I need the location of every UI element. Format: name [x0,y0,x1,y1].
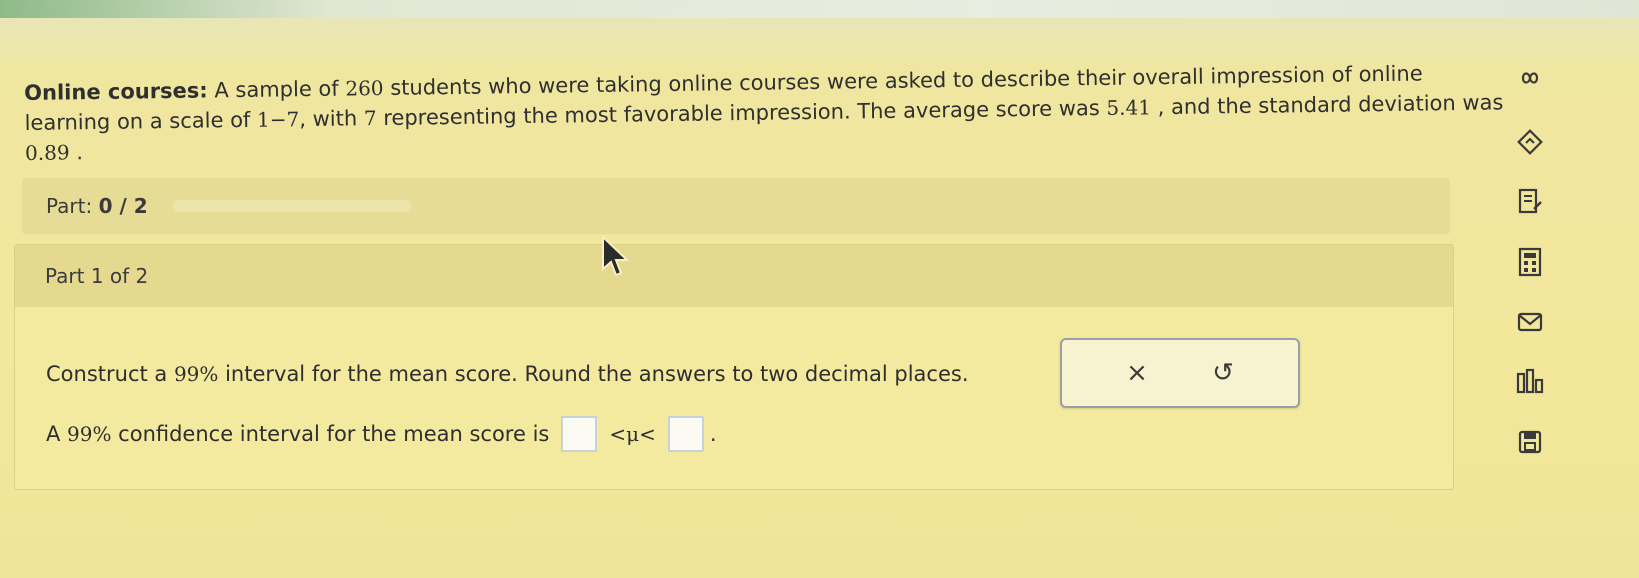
part-progress-bar: Part: 0 / 2 [22,178,1450,234]
problem-text-1: A sample of [207,76,346,103]
answer-tools-box: × ↺ [1060,338,1300,408]
part-progress-label: Part: 0 / 2 [46,194,148,218]
part-header-title: Part 1 of 2 [45,264,149,288]
problem-text-3: , with [299,106,365,132]
sd-value: 0.89 [24,140,70,165]
mail-icon[interactable] [1514,306,1546,338]
progress-track [171,200,412,212]
part-header: Part 1 of 2 [15,245,1453,307]
part-progress-count: 0 / 2 [98,194,148,218]
diamond-arrow-icon[interactable] [1514,126,1546,158]
answer-text-1: A [46,422,68,446]
infinity-icon[interactable] [1514,62,1546,94]
clear-button[interactable]: × [1117,353,1157,393]
mouse-cursor-icon [600,234,630,281]
scale-dash: − [269,107,287,132]
bar-chart-icon[interactable] [1514,366,1546,398]
scale-low: 1 [256,107,270,132]
part-label-text: Part: [46,194,93,218]
mu-inequality: <μ< [609,422,656,446]
answer-text-2: confidence interval for the mean score i… [111,422,550,446]
problem-text-4: representing the most favorable impressi… [376,95,1107,131]
save-icon[interactable] [1514,426,1546,458]
question-text-1: Construct a [46,362,174,386]
question-percent: 99% [173,362,219,386]
favorable-value: 7 [363,106,377,131]
problem-lead: Online courses: [24,78,208,105]
lower-bound-input[interactable] [561,416,598,452]
answer-line: A 99% confidence interval for the mean s… [46,416,717,452]
question-text: Construct a 99% interval for the mean sc… [46,362,969,386]
answer-percent: 99% [67,422,112,446]
undo-icon: ↺ [1212,358,1234,388]
calculator-icon[interactable] [1514,246,1546,278]
right-tool-sidebar [1500,40,1560,480]
mean-value: 5.41 [1106,95,1152,120]
problem-text-6: . [69,140,84,165]
undo-button[interactable]: ↺ [1203,353,1243,393]
browser-top-strip [0,0,1639,18]
document-edit-icon[interactable] [1514,186,1546,218]
answer-sentence: A 99% confidence interval for the mean s… [46,422,549,446]
problem-statement: Online courses: A sample of 260 students… [24,57,1505,168]
answer-end-period: . [709,422,717,446]
upper-bound-input[interactable] [667,416,704,452]
sample-size: 260 [345,75,384,101]
problem-text-5: , and the standard deviation was [1150,90,1504,120]
scale-high: 7 [286,107,300,132]
question-text-2: interval for the mean score. Round the a… [218,362,969,386]
main-content: Online courses: A sample of 260 students… [0,18,1540,578]
close-icon: × [1126,358,1148,388]
